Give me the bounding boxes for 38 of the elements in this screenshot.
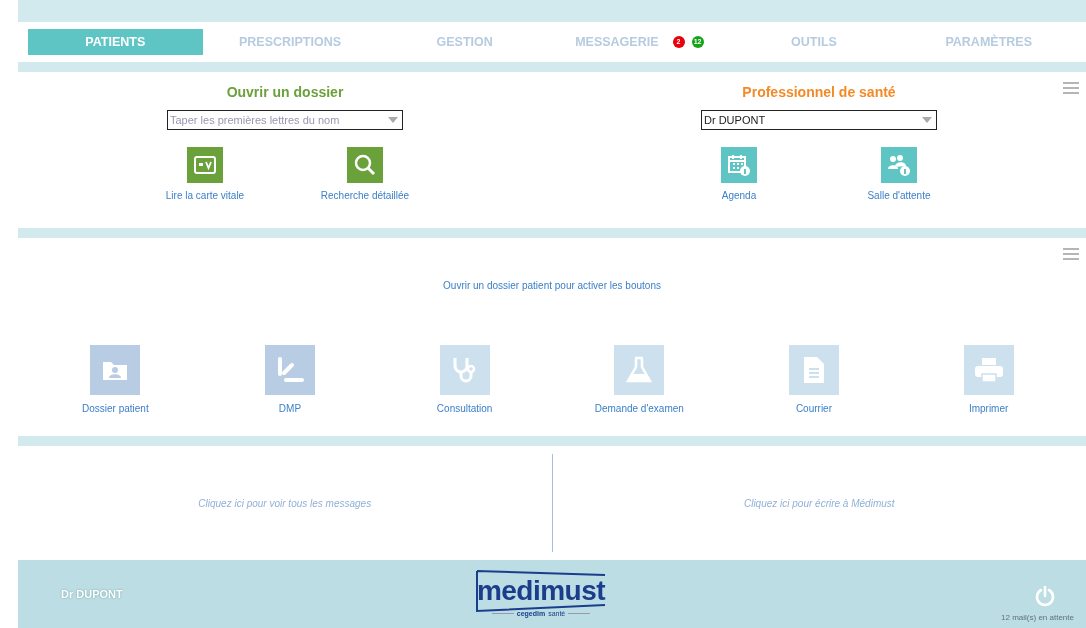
action-button[interactable]: Lire la carte vitale (155, 147, 255, 201)
search-icon (354, 154, 376, 176)
action-button[interactable]: Agenda (689, 147, 789, 201)
write-link[interactable]: Cliquez ici pour écrire à Médimust (552, 497, 1086, 509)
action-label: Imprimer (968, 403, 1009, 414)
document-icon (801, 356, 826, 384)
action-button[interactable]: Salle d'attente (849, 147, 949, 201)
flask-icon (625, 356, 654, 384)
action-label: Courrier (795, 403, 832, 414)
action-label: Demande d'examen (594, 403, 684, 414)
messages-link[interactable]: Cliquez ici pour voir tous les messages (18, 497, 552, 509)
action-button[interactable]: Recherche détaillée (315, 147, 415, 201)
action-label: Agenda (721, 190, 757, 201)
user-name: Dr DUPONT (61, 588, 124, 600)
action-button[interactable]: DMP (215, 345, 365, 414)
section-title: Professionnel de santé (742, 84, 896, 100)
menu-icon[interactable] (1063, 82, 1079, 94)
info-message: Ouvrir un dossier patient pour activer les boutons (443, 280, 661, 291)
action-label: Recherche détaillée (320, 190, 410, 201)
caret-icon (922, 117, 932, 123)
card-icon (194, 156, 216, 174)
action-label: Lire la carte vitale (165, 190, 245, 201)
power-icon[interactable] (1034, 584, 1056, 607)
people-icon (887, 153, 911, 177)
mail-status: 12 mail(s) en attente (1001, 612, 1074, 622)
name-search-field[interactable]: Taper les premières lettres du nom (167, 110, 403, 130)
calendar-icon (727, 153, 751, 177)
menu-icon[interactable] (1063, 248, 1079, 260)
action-label: Consultation (436, 403, 493, 414)
action-label: Dossier patient (81, 403, 149, 414)
caret-icon (388, 117, 398, 123)
action-label: DMP (278, 403, 302, 414)
action-button[interactable]: Dossier patient (40, 345, 191, 414)
practitioner-select[interactable]: Dr DUPONT (701, 110, 937, 130)
dmp-icon (276, 356, 304, 384)
printer-icon (973, 357, 1004, 383)
section-title: Ouvrir un dossier (226, 84, 344, 100)
action-label: Salle d'attente (867, 190, 931, 201)
